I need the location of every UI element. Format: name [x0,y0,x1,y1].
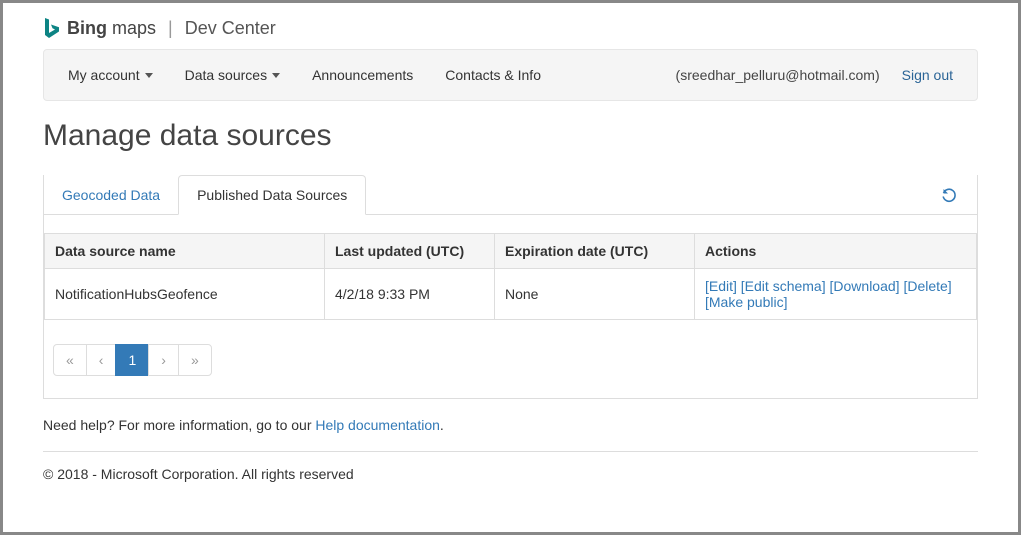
th-expiration: Expiration date (UTC) [495,234,695,269]
refresh-icon [941,187,957,203]
page-title: Manage data sources [43,119,978,153]
nav-my-account-label: My account [68,67,140,83]
cell-actions: [Edit] [Edit schema] [Download] [Delete]… [695,269,977,320]
page-last[interactable]: » [178,344,212,376]
help-prefix: Need help? For more information, go to o… [43,417,315,433]
chevron-down-icon [272,73,280,78]
table-row: NotificationHubsGeofence 4/2/18 9:33 PM … [45,269,977,320]
action-download[interactable]: [Download] [830,278,900,294]
data-sources-table: Data source name Last updated (UTC) Expi… [44,233,977,320]
th-actions: Actions [695,234,977,269]
nav-my-account[interactable]: My account [68,67,153,83]
header-logo: Bing maps | Dev Center [43,17,978,39]
page-prev[interactable]: ‹ [86,344,117,376]
cell-last-updated: 4/2/18 9:33 PM [325,269,495,320]
chevron-down-icon [145,73,153,78]
cell-expiration: None [495,269,695,320]
page-current[interactable]: 1 [115,344,149,376]
logo-divider: | [168,18,173,39]
nav-contacts-label: Contacts & Info [445,67,541,83]
table-header-row: Data source name Last updated (UTC) Expi… [45,234,977,269]
page-first[interactable]: « [53,344,87,376]
help-link[interactable]: Help documentation [315,417,440,433]
action-edit[interactable]: [Edit] [705,278,737,294]
th-name: Data source name [45,234,325,269]
data-panel: Geocoded Data Published Data Sources Dat… [43,175,978,399]
nav-announcements-label: Announcements [312,67,413,83]
footer-rule [43,451,978,452]
th-last-updated: Last updated (UTC) [325,234,495,269]
page-next[interactable]: › [148,344,179,376]
nav-sign-out[interactable]: Sign out [902,67,953,83]
nav-contacts[interactable]: Contacts & Info [445,67,541,83]
nav-data-sources-label: Data sources [185,67,267,83]
action-edit-schema[interactable]: [Edit schema] [741,278,826,294]
footer-text: © 2018 - Microsoft Corporation. All righ… [43,466,978,482]
action-delete[interactable]: [Delete] [903,278,951,294]
tab-geocoded[interactable]: Geocoded Data [44,176,178,214]
cell-name: NotificationHubsGeofence [45,269,325,320]
nav-announcements[interactable]: Announcements [312,67,413,83]
pagination: « ‹ 1 › » [54,344,967,376]
help-suffix: . [440,417,444,433]
bing-logo: Bing maps [43,17,156,39]
navbar: My account Data sources Announcements Co… [43,49,978,101]
pagination-container: « ‹ 1 › » [44,320,977,398]
help-text: Need help? For more information, go to o… [43,417,978,433]
dev-center-text: Dev Center [185,18,276,39]
tabs: Geocoded Data Published Data Sources [44,175,977,215]
nav-user-email: (sreedhar_pelluru@hotmail.com) [676,67,880,83]
bing-text: Bing maps [67,18,156,39]
refresh-button[interactable] [935,181,963,209]
tab-published[interactable]: Published Data Sources [178,175,366,215]
bing-icon [43,17,61,39]
action-make-public[interactable]: [Make public] [705,294,787,310]
nav-data-sources[interactable]: Data sources [185,67,280,83]
